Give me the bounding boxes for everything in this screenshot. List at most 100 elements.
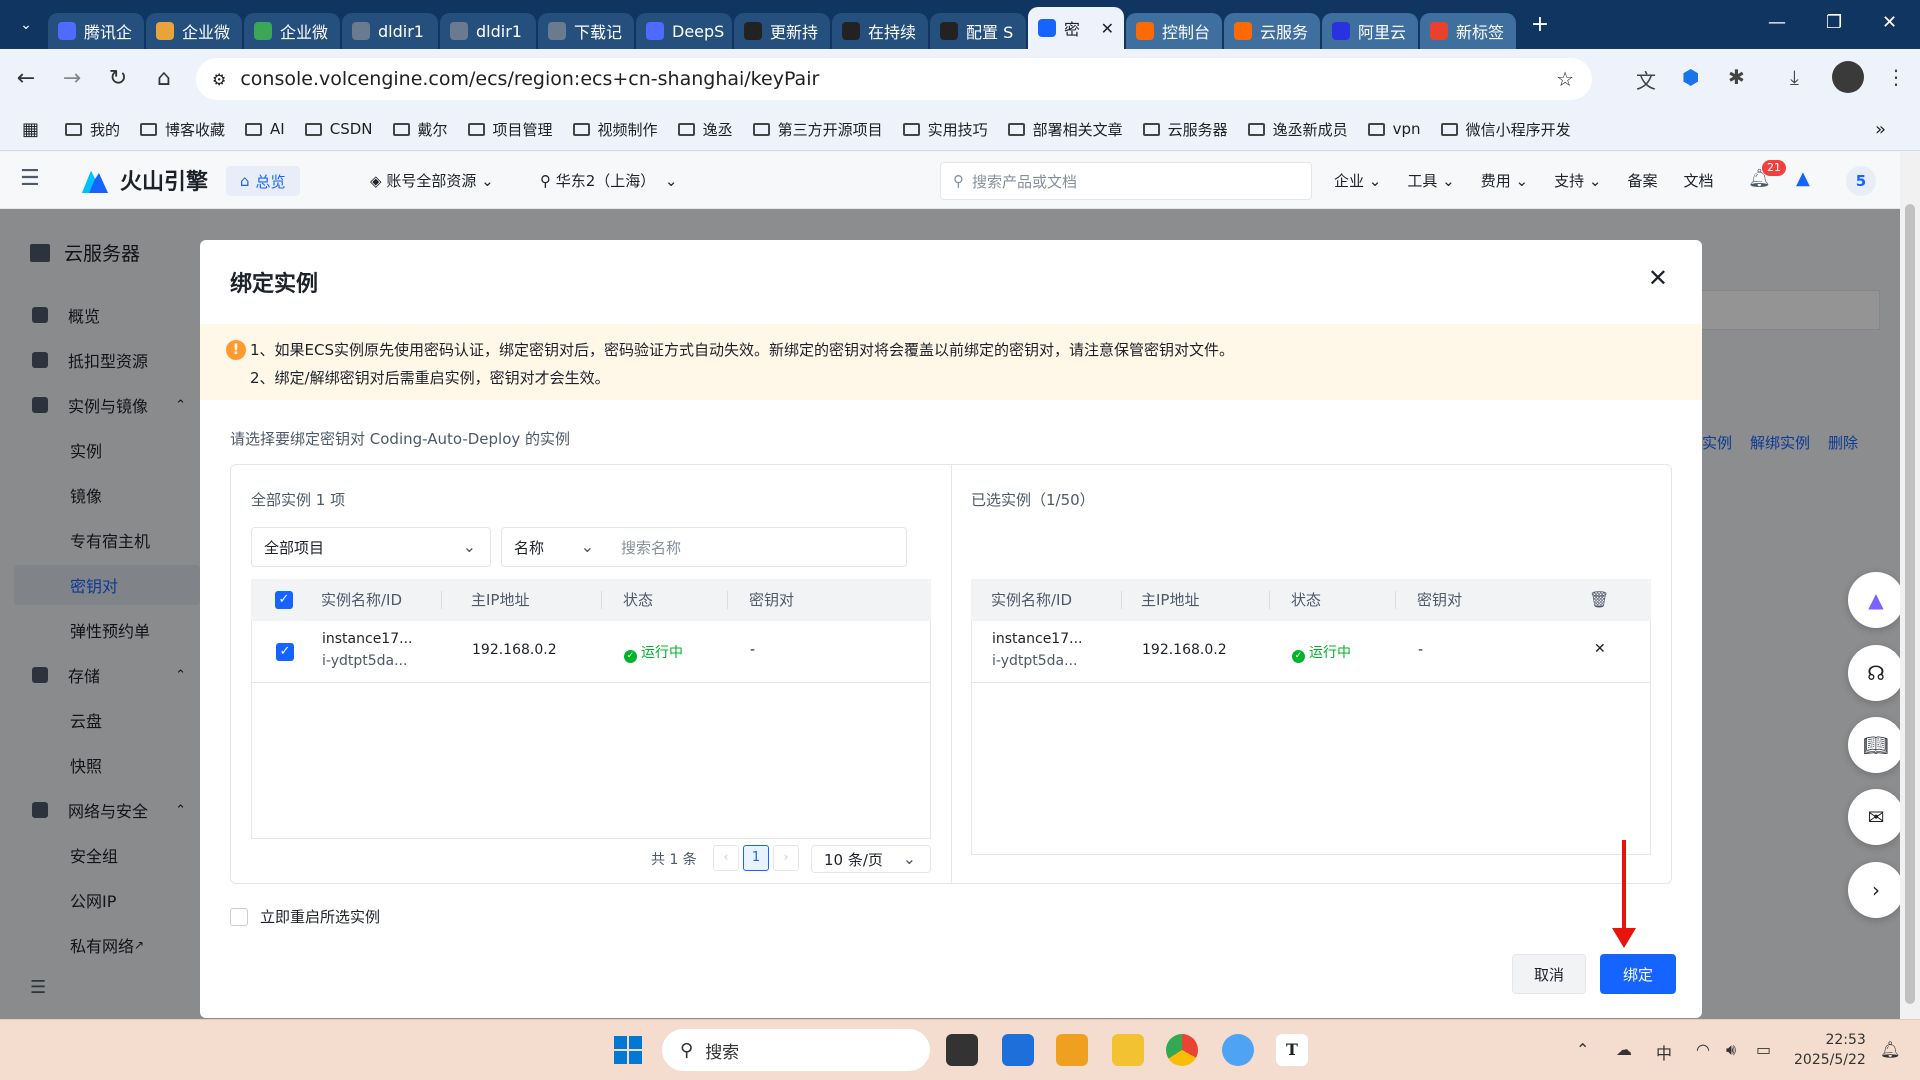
reload-icon[interactable]: ↻ (98, 66, 138, 91)
header-nav-item[interactable]: 备案 (1627, 170, 1657, 191)
docs-book-icon[interactable]: 📖︎ (1848, 717, 1904, 773)
browser-tab[interactable]: 密 ✕ (1028, 7, 1124, 49)
account-resource-select[interactable]: ◈ 账号全部资源 ⌄ (370, 170, 494, 191)
restore-icon[interactable]: ❐ (1826, 12, 1842, 33)
bookmark-folder[interactable]: 实用技巧 (902, 119, 988, 140)
store-icon[interactable] (1002, 1034, 1034, 1066)
back-icon[interactable]: ← (6, 66, 46, 91)
page-scrollbar[interactable] (1900, 152, 1920, 1019)
task-view-icon[interactable] (946, 1034, 978, 1066)
browser-tab[interactable]: 云服务 (1224, 13, 1320, 49)
user-avatar[interactable]: 5 (1846, 166, 1876, 196)
cancel-button[interactable]: 取消 (1512, 954, 1586, 994)
hamburger-menu-icon[interactable]: ☰ (20, 166, 40, 191)
browser-tab[interactable]: dldir1 (342, 13, 438, 49)
ime-indicator[interactable]: 中 (1656, 1040, 1672, 1064)
tray-chevron-icon[interactable]: ⌃ (1576, 1040, 1589, 1059)
browser-tab[interactable]: 企业微 (244, 13, 340, 49)
more-bookmarks-icon[interactable]: » (1875, 119, 1886, 140)
battery-icon[interactable]: ▭ (1756, 1040, 1771, 1059)
bookmark-folder[interactable]: 逸丞新成员 (1247, 119, 1348, 140)
browser-tab[interactable]: DeepS (636, 13, 732, 49)
bookmark-star-icon[interactable]: ☆ (1556, 67, 1574, 91)
reboot-checkbox[interactable]: 立即重启所选实例 (230, 906, 380, 927)
notification-center-icon[interactable]: 🔔︎ (1880, 1040, 1900, 1059)
header-nav-item[interactable]: 支持 ⌄ (1554, 170, 1601, 191)
minimize-icon[interactable]: — (1768, 12, 1786, 33)
product-search-input[interactable]: ⚲ 搜索产品或文档 (940, 162, 1312, 200)
remove-row-icon[interactable]: ✕ (1594, 641, 1606, 657)
downloads-icon[interactable]: ⤓ (1790, 65, 1799, 89)
bookmark-folder[interactable]: 云服务器 (1142, 119, 1228, 140)
trash-icon[interactable]: 🗑︎ (1589, 579, 1609, 621)
wifi-icon[interactable]: ◠ (1696, 1040, 1710, 1059)
feedback-message-icon[interactable]: ✉ (1848, 789, 1904, 845)
next-page-button[interactable]: › (773, 845, 799, 871)
customer-service-icon[interactable]: ☊ (1848, 645, 1904, 701)
bookmark-folder[interactable]: 第三方开源项目 (752, 119, 883, 140)
bookmark-folder[interactable]: 我的 (65, 119, 120, 140)
close-tab-icon[interactable]: ✕ (1091, 19, 1114, 38)
browser-tab[interactable]: 控制台 (1126, 13, 1222, 49)
assistant-icon[interactable]: ▲ (1796, 168, 1810, 189)
header-nav-item[interactable]: 工具 ⌄ (1407, 170, 1454, 191)
bookmark-folder[interactable]: CSDN (304, 119, 373, 140)
row-checkbox[interactable]: ✓ (276, 643, 294, 661)
header-nav-item[interactable]: 企业 ⌄ (1334, 170, 1381, 191)
volcengine-logo[interactable]: 火山引擎 (80, 164, 208, 196)
tab-search-icon[interactable]: ⌄ (10, 9, 42, 41)
header-nav-item[interactable]: 文档 (1683, 170, 1713, 191)
header-nav-item[interactable]: 费用 ⌄ (1481, 170, 1528, 191)
file-explorer-icon[interactable] (1112, 1034, 1144, 1066)
page-size-select[interactable]: 10 条/页 ⌄ (811, 845, 931, 873)
forward-icon[interactable]: → (52, 66, 92, 91)
bind-button[interactable]: 绑定 (1600, 954, 1676, 994)
sublime-icon[interactable] (1056, 1034, 1088, 1066)
project-select[interactable]: 全部项目 ⌄ (251, 527, 491, 567)
windows-start-icon[interactable] (612, 1034, 644, 1066)
prev-page-button[interactable]: ‹ (713, 845, 739, 871)
home-icon[interactable]: ⌂ (144, 66, 184, 91)
new-tab-icon[interactable]: + (1524, 9, 1556, 41)
ai-assistant-icon[interactable]: ▲ (1848, 572, 1904, 628)
bookmark-folder[interactable]: 博客收藏 (140, 119, 225, 140)
checkbox-box[interactable] (230, 907, 248, 926)
extensions-icon[interactable]: ✱ (1728, 65, 1745, 89)
translate-icon[interactable]: 文 (1636, 65, 1656, 94)
browser-tab[interactable]: 下载记 (538, 13, 634, 49)
browser-tab[interactable]: 在持续 (832, 13, 928, 49)
bookmark-folder[interactable]: 戴尔 (392, 119, 448, 140)
taskbar-search[interactable]: ⚲ 搜索 (662, 1029, 930, 1071)
region-select[interactable]: ⚲ 华东2（上海） ⌄ (540, 170, 677, 191)
instance-search-input[interactable]: 搜索名称 (607, 527, 907, 567)
scrollbar-thumb[interactable] (1905, 204, 1915, 1004)
select-all-checkbox[interactable]: ✓ (275, 591, 293, 609)
profile-avatar[interactable] (1832, 61, 1864, 93)
volume-icon[interactable]: 🔊︎ (1726, 1040, 1736, 1060)
bookmark-folder[interactable]: 项目管理 (467, 119, 553, 140)
expand-chevron-icon[interactable]: › (1848, 862, 1904, 918)
browser-tab[interactable]: 腾讯企 (48, 13, 144, 49)
overview-button[interactable]: ⌂ 总览 (226, 166, 300, 196)
browser-tab[interactable]: 企业微 (146, 13, 242, 49)
field-select[interactable]: 名称 ⌄ (501, 527, 609, 567)
chat-app-icon[interactable] (1222, 1034, 1254, 1066)
clock[interactable]: 22:53 2025/5/22 (1794, 1030, 1866, 1070)
bookmark-folder[interactable]: vpn (1367, 119, 1421, 140)
onedrive-icon[interactable]: ☁ (1616, 1040, 1632, 1059)
browser-tab[interactable]: dldir1 (440, 13, 536, 49)
apps-grid-icon[interactable]: ▦ (22, 119, 39, 140)
chrome-icon[interactable] (1166, 1034, 1198, 1066)
extension-hex-icon[interactable]: ⬢ (1682, 65, 1699, 89)
bookmark-folder[interactable]: 视频制作 (572, 119, 658, 140)
browser-tab[interactable]: 更新持 (734, 13, 830, 49)
close-icon[interactable]: ✕ (1648, 264, 1668, 292)
table-row[interactable]: ✓ instance17... i-ydtpt5da... 192.168.0.… (252, 621, 930, 683)
site-info-icon[interactable]: ⚙ (212, 70, 226, 89)
bookmark-folder[interactable]: 微信小程序开发 (1440, 119, 1571, 140)
bookmark-folder[interactable]: 部署相关文章 (1007, 119, 1123, 140)
current-page[interactable]: 1 (743, 845, 769, 871)
close-window-icon[interactable]: ✕ (1882, 12, 1897, 33)
browser-tab[interactable]: 新标签 (1420, 13, 1516, 49)
address-bar[interactable]: ⚙ console.volcengine.com/ecs/region:ecs+… (196, 58, 1592, 100)
